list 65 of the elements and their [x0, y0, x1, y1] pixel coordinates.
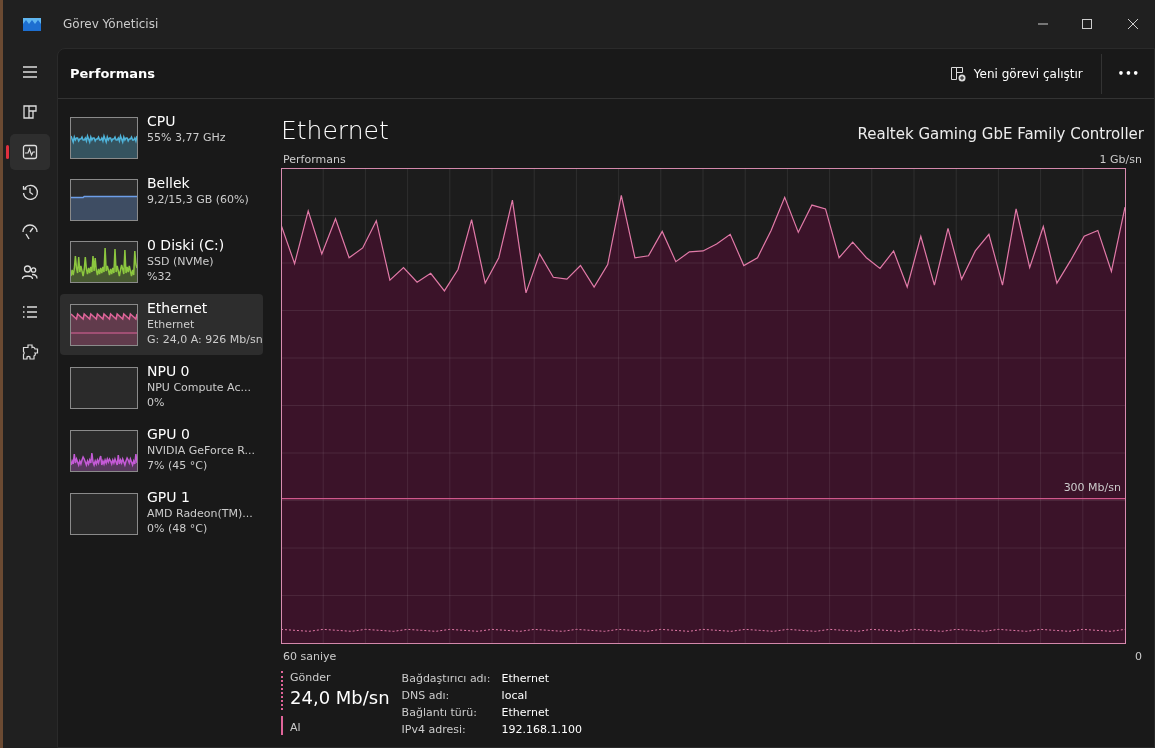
device-detail: NPU Compute Ac... [147, 380, 251, 395]
usage-graph [70, 367, 138, 409]
device-item[interactable]: CPU 55% 3,77 GHz [60, 107, 263, 167]
menu-icon [21, 63, 39, 81]
time-end-label: 0 [1135, 650, 1142, 663]
property-label: Bağlantı türü: [401, 705, 478, 720]
usage-graph [70, 117, 138, 159]
device-name: Ethernet [147, 300, 209, 317]
device-item[interactable]: 0 Diski (C:) SSD (NVMe) %32 [60, 231, 263, 292]
device-name: CPU [147, 113, 177, 130]
device-detail: %32 [147, 269, 173, 284]
property-value: Ethernet [501, 705, 550, 720]
device-name: GPU 0 [147, 426, 191, 443]
window-title: Görev Yöneticisi [63, 17, 160, 31]
adapter-name: Realtek Gaming GbE Family Controller [857, 125, 1144, 143]
device-item[interactable]: GPU 1 AMD Radeon(TM)... 0% (48 °C) [60, 483, 263, 544]
device-detail: 9,2/15,3 GB (60%) [147, 192, 249, 207]
puzzle-icon [21, 343, 39, 361]
property-value: Ethernet [501, 671, 550, 686]
grid-icon [21, 103, 39, 121]
device-detail: Ethernet [147, 317, 196, 332]
gauge-icon [21, 223, 39, 241]
device-name: NPU 0 [147, 363, 191, 380]
send-label: Gönder [290, 671, 332, 685]
property-label: DNS adı: [401, 688, 451, 703]
send-rate: 24,0 Mb/sn [290, 686, 390, 710]
pulse-chart-icon [21, 143, 39, 161]
device-detail: SSD (NVMe) [147, 254, 215, 269]
device-item[interactable]: NPU 0 NPU Compute Ac... 0% [60, 357, 263, 418]
list-icon [21, 303, 39, 321]
new-task-icon [949, 65, 966, 82]
device-detail: G: 24,0 A: 926 Mb/sn [147, 332, 263, 347]
device-detail: NVIDIA GeForce R... [147, 443, 256, 458]
run-new-task-button[interactable]: Yeni görevi çalıştır [939, 59, 1093, 88]
usage-graph [70, 241, 138, 283]
graph-max-label: 1 Gb/sn [1099, 153, 1142, 166]
device-detail: 55% 3,77 GHz [147, 130, 226, 145]
more-button[interactable]: ••• [1101, 62, 1144, 85]
property-label: IPv4 adresi: [401, 722, 467, 737]
receive-label: Al [290, 721, 301, 734]
usage-graph [70, 430, 138, 472]
device-name: GPU 1 [147, 489, 191, 506]
device-detail: AMD Radeon(TM)... [147, 506, 253, 521]
property-value: local [501, 688, 529, 703]
users-icon [21, 263, 39, 281]
device-detail: 0% [147, 395, 166, 410]
usage-graph [70, 179, 138, 221]
section-title: Performans [70, 66, 157, 81]
device-name: 0 Diski (C:) [147, 237, 225, 254]
page-title: Ethernet [281, 115, 389, 147]
history-icon [21, 183, 39, 201]
device-detail: 7% (45 °C) [147, 458, 209, 473]
device-name: Bellek [147, 175, 191, 192]
property-label: Bağdaştırıcı adı: [401, 671, 492, 686]
device-detail: 0% (48 °C) [147, 521, 209, 536]
graph-label: Performans [283, 153, 346, 166]
device-item[interactable]: Ethernet Ethernet G: 24,0 A: 926 Mb/sn [60, 294, 263, 355]
usage-graph [70, 493, 138, 535]
time-span-label: 60 saniye [283, 650, 337, 663]
graph-mark-label: 300 Mb/sn [1063, 481, 1121, 494]
app-logo-icon [23, 17, 41, 31]
property-value: 192.168.1.100 [501, 722, 583, 737]
device-item[interactable]: GPU 0 NVIDIA GeForce R... 7% (45 °C) [60, 420, 263, 481]
device-item[interactable]: Bellek 9,2/15,3 GB (60%) [60, 169, 263, 229]
usage-graph [70, 304, 138, 346]
